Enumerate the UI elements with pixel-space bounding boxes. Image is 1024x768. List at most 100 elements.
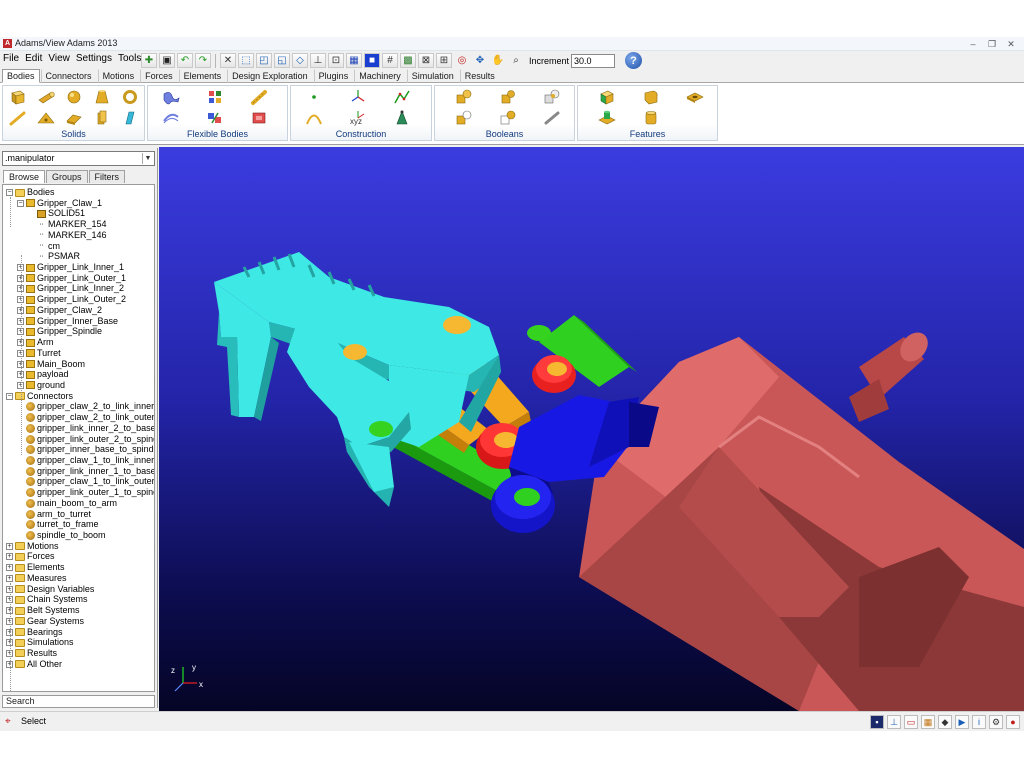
tree-item[interactable]: + Main_Boom (17, 359, 85, 370)
tree-item[interactable]: + Turret (17, 348, 61, 359)
tree-connector[interactable]: gripper_link_inner_1_to_base (17, 466, 154, 477)
cylinder-icon[interactable] (35, 88, 57, 106)
boolean-split-icon[interactable] (497, 109, 519, 127)
tree-folder[interactable]: − Bodies (6, 187, 55, 198)
fillet-icon[interactable] (640, 88, 662, 106)
box-icon[interactable] (7, 88, 29, 106)
tab-design-exploration[interactable]: Design Exploration (227, 69, 313, 83)
tab-groups[interactable]: Groups (46, 170, 88, 183)
tree-item[interactable]: + Arm (17, 337, 54, 348)
tree-connector[interactable]: arm_to_turret (17, 509, 91, 520)
select-icon[interactable]: ✕ (220, 53, 236, 68)
tree-connector[interactable]: gripper_claw_2_to_link_inner_2 (17, 401, 154, 412)
pan-icon[interactable]: ✋ (490, 53, 506, 68)
collapse-icon[interactable]: − (6, 189, 13, 196)
tree-item[interactable]: ⸱⸱ MARKER_154 (28, 219, 106, 230)
revolution-icon[interactable] (91, 109, 113, 127)
menu-settings[interactable]: Settings (76, 53, 112, 64)
tree-folder[interactable]: + Belt Systems (6, 605, 80, 616)
tab-filters[interactable]: Filters (88, 170, 126, 183)
tab-simulation[interactable]: Simulation (406, 69, 459, 83)
tree-folder[interactable]: + Results (6, 648, 57, 659)
boss-icon[interactable] (596, 109, 618, 127)
sphere-icon[interactable] (63, 88, 85, 106)
collapse-icon[interactable]: − (6, 392, 13, 400)
flex-material-icon[interactable] (248, 109, 270, 127)
tree-folder[interactable]: + Elements (6, 562, 65, 573)
graphics-viewport[interactable]: y x z (159, 147, 1024, 711)
info-icon[interactable]: i (972, 715, 986, 729)
tree-folder[interactable]: + Simulations (6, 637, 74, 648)
shaded-icon[interactable]: ■ (364, 53, 380, 68)
tree-item[interactable]: + payload (17, 369, 69, 380)
flex-viewflex-icon[interactable] (160, 88, 182, 106)
shell-icon[interactable] (640, 109, 662, 127)
redo-icon[interactable]: ↷ (195, 53, 211, 68)
plot-icon[interactable]: ▦ (921, 715, 935, 729)
menu-view[interactable]: View (48, 53, 70, 64)
expand-icon[interactable]: + (6, 574, 13, 582)
help-icon[interactable]: ? (625, 52, 643, 69)
rotate-icon[interactable]: ✥ (472, 53, 488, 68)
tree-item[interactable]: + Gripper_Inner_Base (17, 316, 118, 327)
frustum-icon[interactable] (91, 88, 113, 106)
tree-folder[interactable]: + Bearings (6, 627, 63, 638)
point-icon[interactable] (303, 88, 325, 106)
expand-icon[interactable]: + (6, 564, 13, 572)
restore-icon[interactable]: ❐ (987, 38, 997, 50)
link-icon[interactable] (7, 109, 29, 127)
expand-icon[interactable]: + (6, 553, 13, 561)
close-icon[interactable]: ✕ (1006, 38, 1016, 50)
tree-connector[interactable]: gripper_link_outer_2_to_spindle (17, 434, 154, 445)
simulate-icon[interactable]: ▶ (955, 715, 969, 729)
view-front-icon[interactable]: ⬚ (238, 53, 254, 68)
tree-item[interactable]: SOLID51 (28, 208, 85, 219)
tree-connector[interactable]: gripper_link_inner_2_to_base (17, 423, 154, 434)
tree-connector[interactable]: main_boom_to_arm (17, 498, 117, 509)
stop-icon[interactable]: ● (1006, 715, 1020, 729)
boolean-chain-icon[interactable] (541, 109, 563, 127)
mesh-icon[interactable]: ▩ (400, 53, 416, 68)
tree-folder[interactable]: + Forces (6, 551, 55, 562)
flex-swap-icon[interactable] (204, 109, 226, 127)
view-iso-icon[interactable]: ◰ (256, 53, 272, 68)
boolean-intersect-icon[interactable] (541, 88, 563, 106)
flex-rigid-to-flex-icon[interactable] (204, 88, 226, 106)
tree-item[interactable]: − Gripper_Claw_1 (17, 198, 102, 209)
design-point-icon[interactable] (391, 109, 413, 127)
tree-folder[interactable]: + Motions (6, 541, 59, 552)
collapse-icon[interactable]: − (17, 199, 24, 207)
boolean-cut-icon[interactable] (453, 109, 475, 127)
tree-connector[interactable]: gripper_claw_1_to_link_inner_1 (17, 455, 154, 466)
tab-motions[interactable]: Motions (97, 69, 140, 83)
tab-results[interactable]: Results (459, 69, 500, 83)
flex-mnf-icon[interactable] (160, 109, 182, 127)
plate-icon[interactable] (35, 109, 57, 127)
tree-item[interactable]: + Gripper_Link_Outer_1 (17, 273, 126, 284)
chevron-down-icon[interactable]: ▼ (142, 153, 153, 164)
menu-edit[interactable]: Edit (25, 53, 42, 64)
triad-toggle-icon[interactable]: ⊥ (887, 715, 901, 729)
tree-connector[interactable]: gripper_claw_1_to_link_outer_1 (17, 476, 154, 487)
tab-machinery[interactable]: Machinery (354, 69, 406, 83)
manipulator-model-view[interactable]: y x z (159, 147, 1024, 711)
tree-connector[interactable]: gripper_claw_2_to_link_outer_2 (17, 412, 154, 423)
extrusion-icon[interactable] (63, 109, 85, 127)
tree-folder[interactable]: + Design Variables (6, 584, 94, 595)
tree-item[interactable]: + Gripper_Link_Outer_2 (17, 294, 126, 305)
render-icon[interactable]: ◆ (938, 715, 952, 729)
zoom-icon[interactable]: ⌕ (508, 53, 524, 68)
save-icon[interactable]: ▣ (159, 53, 175, 68)
hole-icon[interactable] (684, 88, 706, 106)
tree-item[interactable]: ⸱⸱ PSMAR (28, 251, 80, 262)
tab-bodies[interactable]: Bodies (2, 69, 40, 83)
flex-beam-icon[interactable] (248, 88, 270, 106)
tree-item[interactable]: + Gripper_Link_Inner_1 (17, 262, 124, 273)
menu-tools[interactable]: Tools (118, 53, 141, 64)
undo-icon[interactable]: ↶ (177, 53, 193, 68)
tree-folder[interactable]: + Gear Systems (6, 616, 84, 627)
tree-item[interactable]: ⸱⸱ cm (28, 241, 60, 252)
model-selector[interactable]: .manipulator ▼ (2, 151, 155, 166)
chamfer-icon[interactable] (596, 88, 618, 106)
settings-icon[interactable]: ⚙ (989, 715, 1003, 729)
